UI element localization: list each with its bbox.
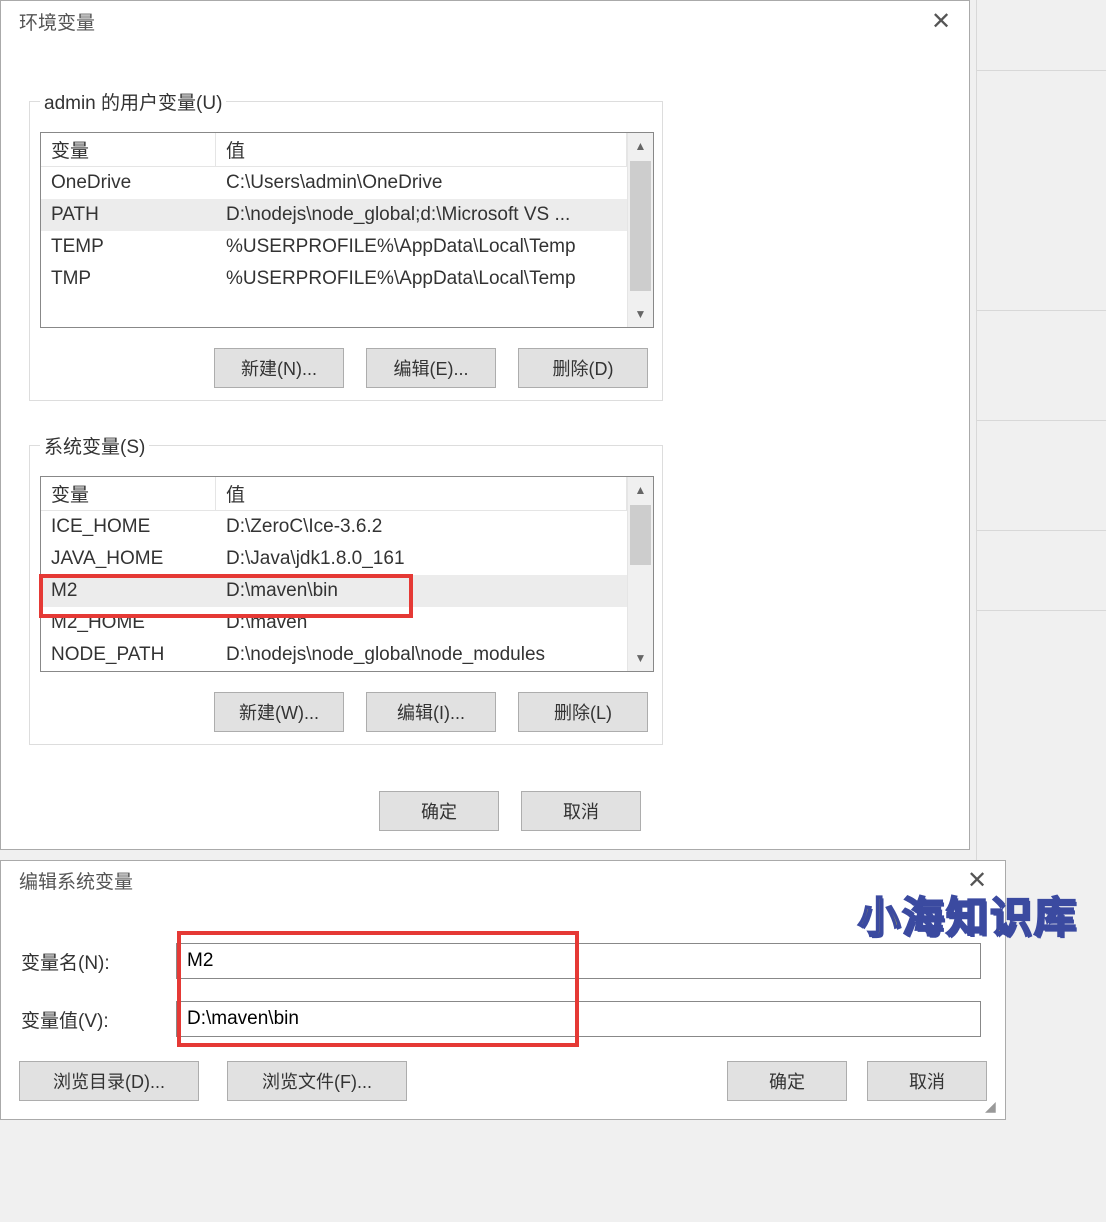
var-value-cell: D:\nodejs\node_global;d:\Microsoft VS ..… <box>216 204 627 226</box>
browse-dir-button[interactable]: 浏览目录(D)... <box>19 1061 199 1101</box>
col-header-name[interactable]: 变量 <box>41 133 216 166</box>
sys-delete-button[interactable]: 删除(L) <box>518 692 648 732</box>
user-vars-group: admin 的用户变量(U) 变量 值 OneDriveC:\Users\adm… <box>29 101 663 401</box>
scroll-up-icon[interactable]: ▲ <box>628 477 653 503</box>
var-name-cell: TEMP <box>41 236 216 258</box>
var-value-cell: %USERPROFILE%\AppData\Local\Temp <box>216 236 627 258</box>
sys-vars-list[interactable]: 变量 值 ICE_HOMED:\ZeroC\Ice-3.6.2JAVA_HOME… <box>40 476 654 672</box>
bg-divider <box>976 420 1106 421</box>
scroll-up-icon[interactable]: ▲ <box>628 133 653 159</box>
resize-grip-icon[interactable]: ◢ <box>985 1099 1001 1115</box>
background-panel <box>976 0 1106 860</box>
edit-dialog-titlebar: 编辑系统变量 ✕ <box>1 861 1005 899</box>
user-var-row[interactable]: OneDriveC:\Users\admin\OneDrive <box>41 167 627 199</box>
sys-vars-group: 系统变量(S) 变量 值 ICE_HOMED:\ZeroC\Ice-3.6.2J… <box>29 445 663 745</box>
scroll-thumb[interactable] <box>630 161 651 291</box>
bg-divider <box>976 310 1106 311</box>
env-window-titlebar: 环境变量 ✕ <box>1 1 969 41</box>
sys-var-row[interactable]: NODE_PATHD:\nodejs\node_global\node_modu… <box>41 639 627 671</box>
sys-var-row[interactable]: JAVA_HOMED:\Java\jdk1.8.0_161 <box>41 543 627 575</box>
var-name-label: 变量名(N): <box>1 948 176 975</box>
bg-divider <box>976 610 1106 611</box>
user-new-button[interactable]: 新建(N)... <box>214 348 344 388</box>
user-var-row[interactable]: PATHD:\nodejs\node_global;d:\Microsoft V… <box>41 199 627 231</box>
edit-ok-button[interactable]: 确定 <box>727 1061 847 1101</box>
env-cancel-button[interactable]: 取消 <box>521 791 641 831</box>
var-value-cell: %USERPROFILE%\AppData\Local\Temp <box>216 268 627 290</box>
sys-var-row[interactable]: M2D:\maven\bin <box>41 575 627 607</box>
env-vars-window: 环境变量 ✕ admin 的用户变量(U) 变量 值 OneDriveC:\Us… <box>0 0 970 850</box>
var-value-input[interactable] <box>176 1001 981 1037</box>
sys-list-header[interactable]: 变量 值 <box>41 477 627 511</box>
var-name-cell: ICE_HOME <box>41 516 216 538</box>
var-name-cell: M2 <box>41 580 216 602</box>
var-value-label: 变量值(V): <box>1 1006 176 1033</box>
var-name-cell: NODE_PATH <box>41 644 216 666</box>
var-value-cell: C:\Users\admin\OneDrive <box>216 172 627 194</box>
user-list-scrollbar[interactable]: ▲ ▼ <box>627 133 653 327</box>
env-ok-button[interactable]: 确定 <box>379 791 499 831</box>
var-value-cell: D:\maven\bin <box>216 580 627 602</box>
var-name-cell: OneDrive <box>41 172 216 194</box>
var-value-cell: D:\Java\jdk1.8.0_161 <box>216 548 627 570</box>
env-window-title: 环境变量 <box>19 8 95 35</box>
var-value-cell: D:\nodejs\node_global\node_modules <box>216 644 627 666</box>
user-var-row[interactable]: TEMP%USERPROFILE%\AppData\Local\Temp <box>41 231 627 263</box>
var-value-cell: D:\ZeroC\Ice-3.6.2 <box>216 516 627 538</box>
bg-divider <box>976 530 1106 531</box>
var-name-cell: PATH <box>41 204 216 226</box>
scroll-down-icon[interactable]: ▼ <box>628 645 653 671</box>
close-icon[interactable]: ✕ <box>921 7 961 36</box>
sys-list-scrollbar[interactable]: ▲ ▼ <box>627 477 653 671</box>
browse-file-button[interactable]: 浏览文件(F)... <box>227 1061 407 1101</box>
scroll-down-icon[interactable]: ▼ <box>628 301 653 327</box>
col-header-name[interactable]: 变量 <box>41 477 216 510</box>
close-icon[interactable]: ✕ <box>957 866 997 895</box>
var-name-cell: M2_HOME <box>41 612 216 634</box>
sys-var-row[interactable]: ICE_HOMED:\ZeroC\Ice-3.6.2 <box>41 511 627 543</box>
var-value-cell: D:\maven <box>216 612 627 634</box>
sys-var-row[interactable]: M2_HOMED:\maven <box>41 607 627 639</box>
bg-divider <box>976 70 1106 71</box>
sys-edit-button[interactable]: 编辑(I)... <box>366 692 496 732</box>
var-name-input[interactable] <box>176 943 981 979</box>
sys-new-button[interactable]: 新建(W)... <box>214 692 344 732</box>
scroll-thumb[interactable] <box>630 505 651 565</box>
sys-vars-legend: 系统变量(S) <box>40 432 149 459</box>
var-name-cell: TMP <box>41 268 216 290</box>
user-vars-legend: admin 的用户变量(U) <box>40 88 226 115</box>
user-edit-button[interactable]: 编辑(E)... <box>366 348 496 388</box>
edit-cancel-button[interactable]: 取消 <box>867 1061 987 1101</box>
user-var-row[interactable]: TMP%USERPROFILE%\AppData\Local\Temp <box>41 263 627 295</box>
edit-sysvar-dialog: 编辑系统变量 ✕ 变量名(N): 变量值(V): 浏览目录(D)... 浏览文件… <box>0 860 1006 1120</box>
user-vars-list[interactable]: 变量 值 OneDriveC:\Users\admin\OneDrivePATH… <box>40 132 654 328</box>
var-name-cell: JAVA_HOME <box>41 548 216 570</box>
col-header-value[interactable]: 值 <box>216 133 627 166</box>
user-delete-button[interactable]: 删除(D) <box>518 348 648 388</box>
user-list-header[interactable]: 变量 值 <box>41 133 627 167</box>
edit-dialog-title: 编辑系统变量 <box>19 867 133 894</box>
col-header-value[interactable]: 值 <box>216 477 627 510</box>
